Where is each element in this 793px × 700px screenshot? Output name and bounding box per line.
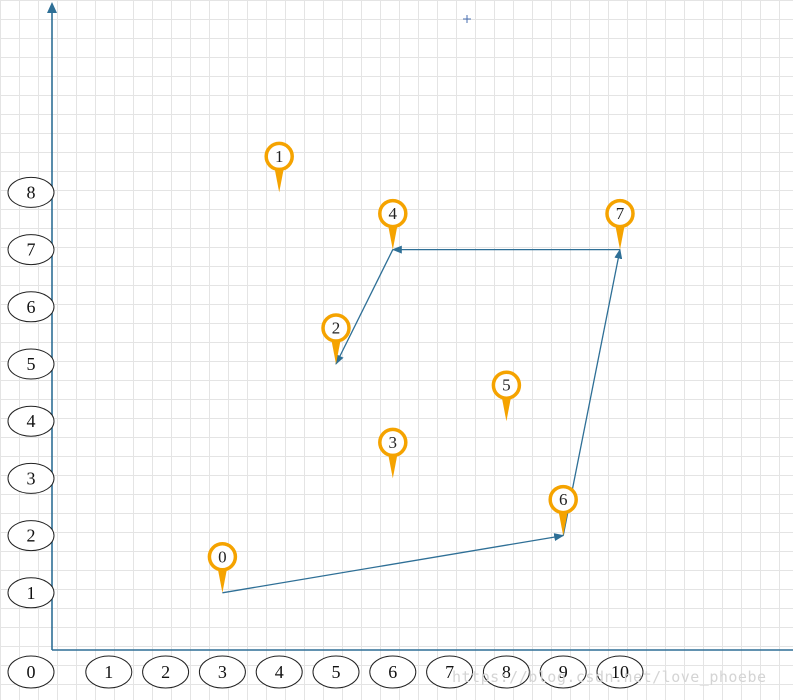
- crosshair-cursor-icon: [463, 15, 471, 23]
- x-tick-label: 6: [369, 655, 417, 689]
- svg-text:6: 6: [388, 662, 397, 682]
- svg-text:0: 0: [27, 662, 36, 682]
- markers: 0 1 2 3 4 5 6 7: [207, 141, 635, 593]
- marker-label: 5: [502, 376, 511, 395]
- svg-text:2: 2: [161, 662, 170, 682]
- map-pin-icon: 7: [605, 198, 635, 250]
- y-axis-arrow-icon: [47, 2, 57, 13]
- svg-text:5: 5: [27, 354, 36, 374]
- y-axis-labels: 1 2 3 4 5 6 7 8: [7, 176, 55, 609]
- svg-text:3: 3: [27, 468, 36, 488]
- y-tick-label: 7: [7, 234, 55, 266]
- svg-text:4: 4: [275, 662, 284, 682]
- marker-label: 1: [275, 147, 284, 166]
- map-pin-icon: 2: [321, 313, 351, 364]
- map-pin-icon: 0: [207, 542, 238, 593]
- x-tick-label: 3: [198, 655, 246, 689]
- marker-label: 3: [389, 433, 398, 452]
- y-tick-label: 3: [7, 462, 55, 494]
- grid: [0, 0, 793, 700]
- y-tick-label: 1: [7, 577, 55, 609]
- watermark: https://blog.csdn.net/love_phoebe: [452, 668, 767, 686]
- y-tick-label: 5: [7, 348, 55, 380]
- x-tick-label: 1: [85, 655, 133, 689]
- map-pin-icon: 6: [548, 484, 578, 536]
- x-tick-label: 2: [142, 655, 190, 689]
- svg-text:3: 3: [218, 662, 227, 682]
- marker-label: 7: [616, 204, 625, 223]
- svg-text:7: 7: [27, 240, 36, 260]
- map-pin-icon: 3: [378, 427, 408, 479]
- route-path: [222, 245, 623, 594]
- map-pin-icon: 4: [378, 198, 408, 250]
- svg-text:2: 2: [27, 526, 36, 546]
- svg-text:1: 1: [104, 662, 113, 682]
- y-tick-label: 8: [7, 176, 55, 208]
- y-tick-label: 2: [7, 520, 55, 552]
- x-tick-label: 5: [312, 655, 360, 689]
- route-segment: [222, 533, 565, 594]
- diagram-canvas: 01234567 1 2 3 4 5 6 7 8 9 10 12345678 0: [0, 0, 793, 700]
- map-pin-icon: 1: [264, 141, 294, 193]
- x-tick-label: 4: [255, 655, 303, 689]
- marker-label: 6: [559, 490, 568, 509]
- svg-text:8: 8: [27, 182, 36, 202]
- svg-text:5: 5: [332, 662, 341, 682]
- origin-label: 0: [7, 655, 55, 689]
- svg-text:1: 1: [27, 583, 36, 603]
- svg-text:4: 4: [27, 411, 36, 431]
- marker-label: 0: [218, 547, 227, 566]
- marker-label: 2: [332, 319, 341, 338]
- y-tick-label: 4: [7, 405, 55, 437]
- y-tick-label: 6: [7, 291, 55, 323]
- marker-label: 4: [389, 204, 398, 223]
- svg-text:6: 6: [27, 297, 36, 317]
- map-pin-icon: 5: [491, 370, 522, 422]
- axes: [47, 2, 793, 651]
